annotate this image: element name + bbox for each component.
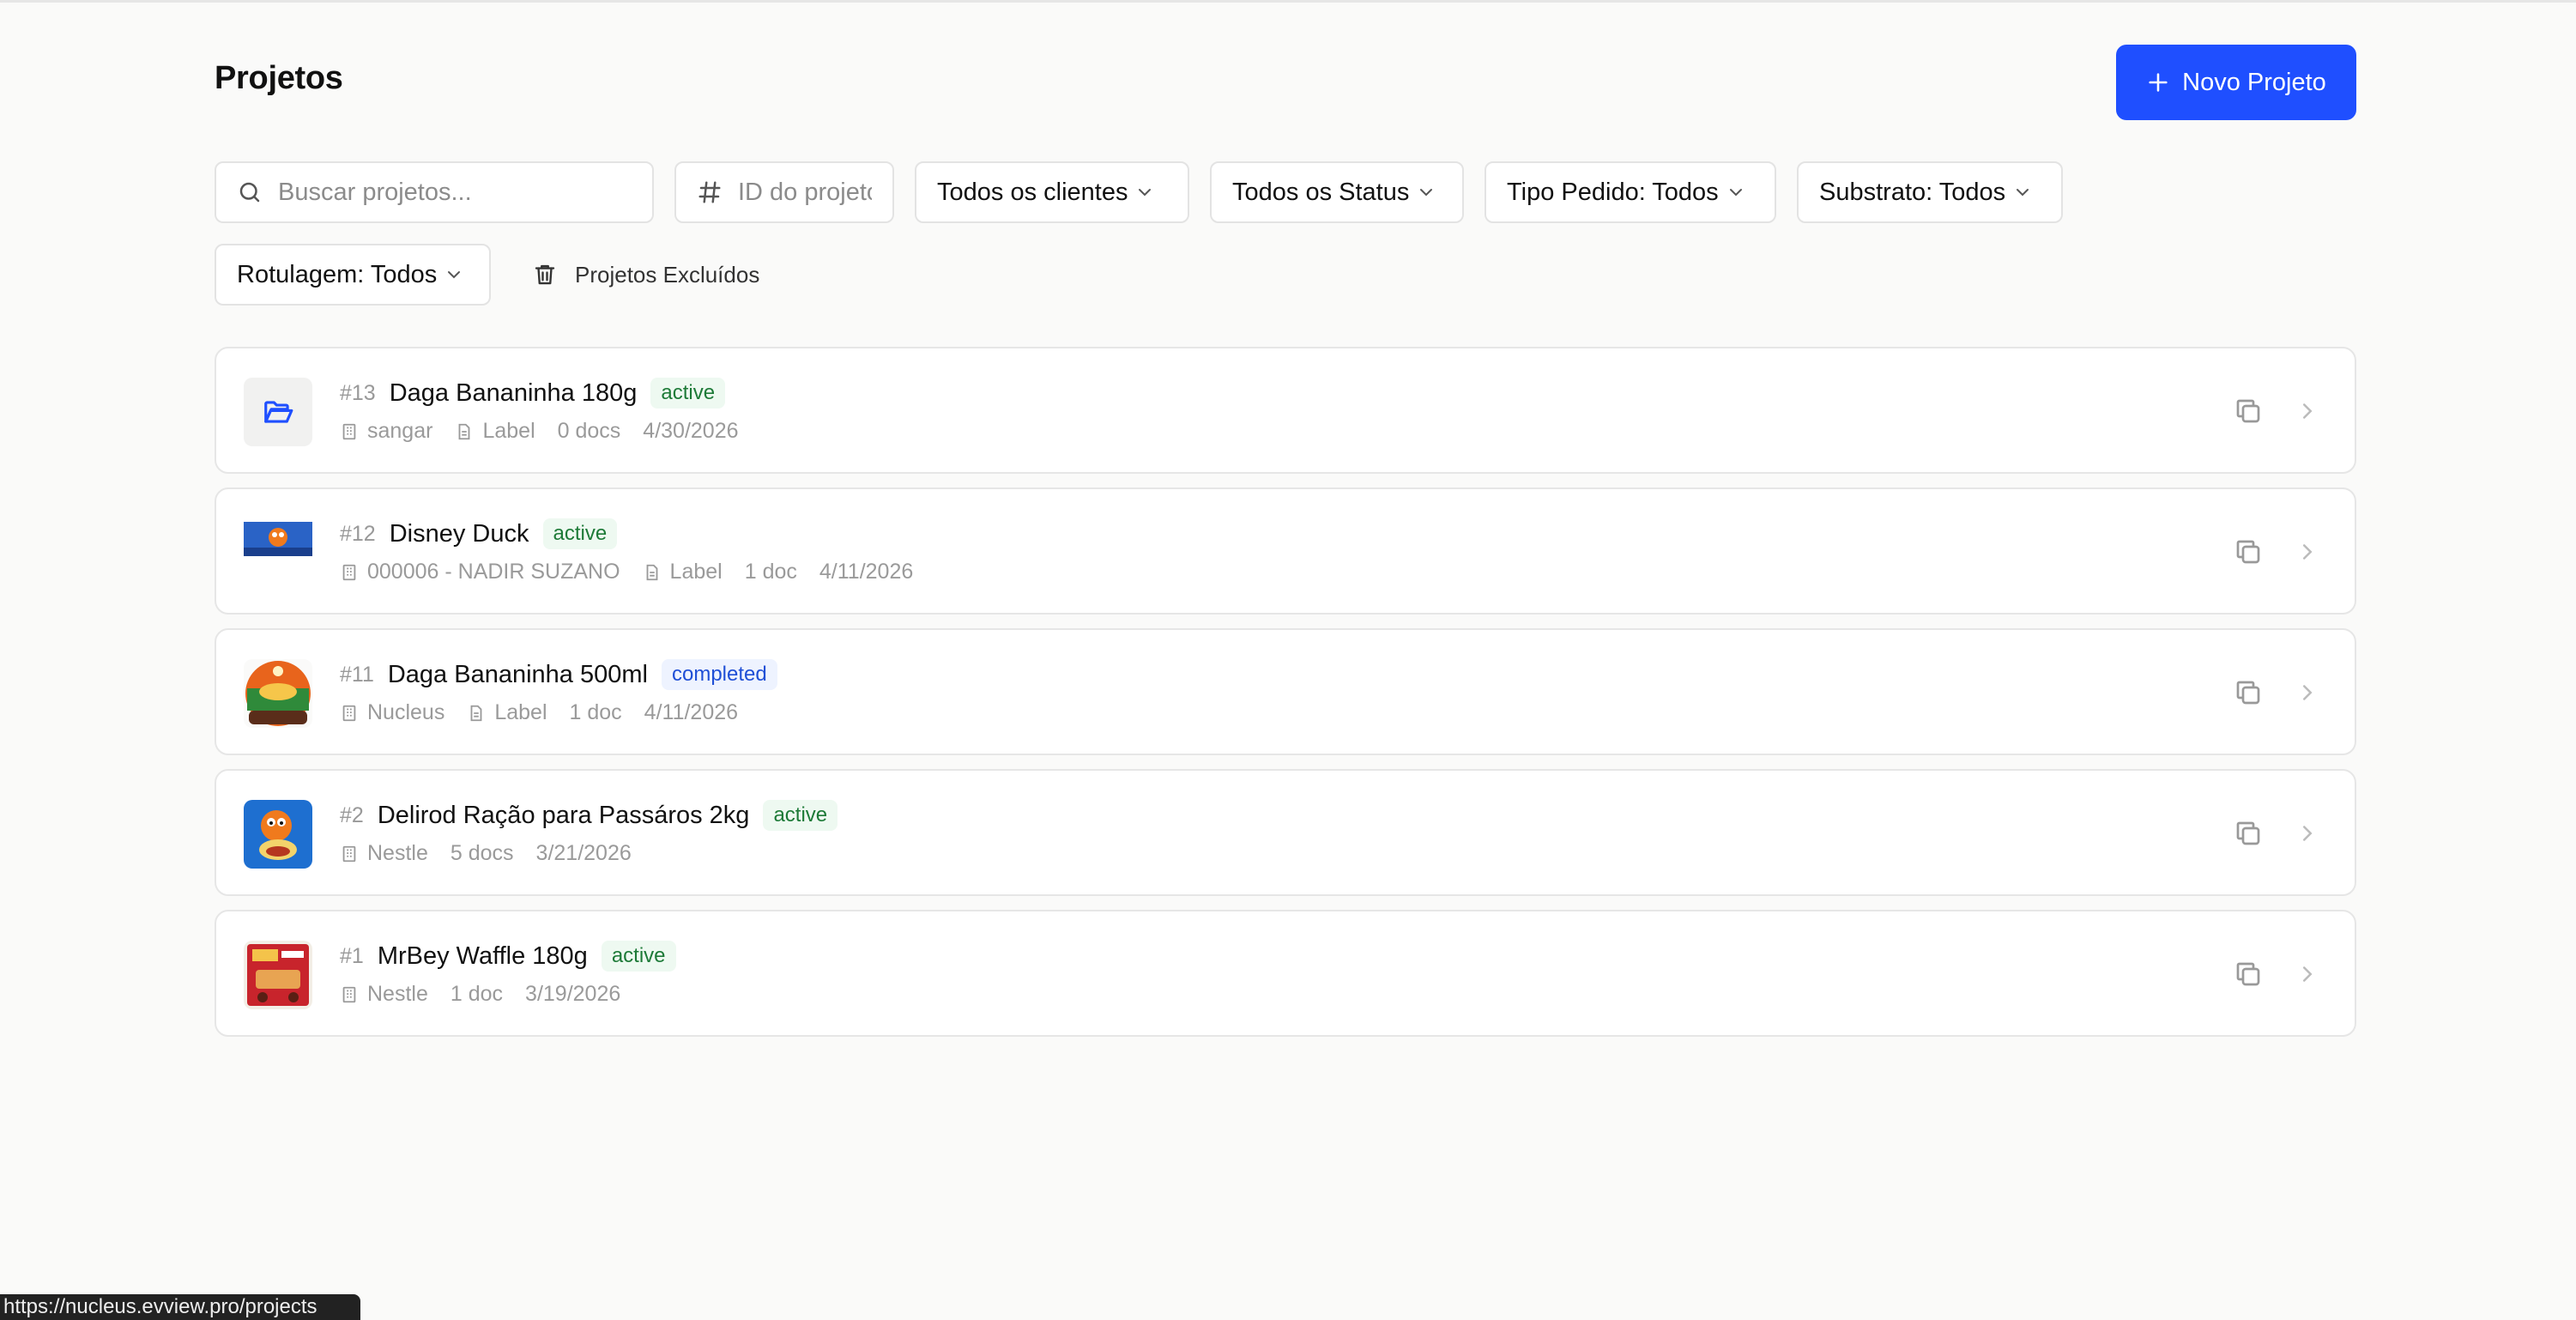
substrate-select[interactable]: Substrato: Todos	[1797, 161, 2063, 223]
status-badge: active	[763, 800, 838, 831]
project-type: Label	[669, 560, 723, 584]
search-placeholder: Buscar projetos...	[278, 178, 472, 206]
project-card[interactable]: #2 Delirod Ração para Passáros 2kg activ…	[215, 769, 2356, 896]
status-badge: active	[601, 941, 676, 972]
project-client: 000006 - NADIR SUZANO	[367, 560, 620, 584]
project-docs: 1 doc	[744, 560, 797, 584]
project-name: Daga Bananinha 500ml	[387, 660, 648, 688]
chevron-down-icon	[2017, 189, 2029, 197]
status-badge: active	[542, 518, 618, 549]
building-icon	[342, 986, 356, 1002]
project-name: MrBey Waffle 180g	[377, 942, 588, 970]
clients-select[interactable]: Todos os clientes	[915, 161, 1189, 223]
project-docs: 1 doc	[569, 700, 622, 724]
project-client: Nestle	[367, 982, 428, 1006]
project-type: Label	[494, 700, 547, 724]
product-image	[244, 659, 312, 728]
project-name: Delirod Ração para Passáros 2kg	[377, 801, 750, 829]
project-client: Nucleus	[367, 700, 445, 724]
search-input[interactable]: Buscar projetos...	[215, 161, 654, 223]
project-card[interactable]: #1 MrBey Waffle 180g active Nestle 1 doc…	[215, 910, 2356, 1037]
duplicate-icon[interactable]	[2233, 396, 2264, 427]
project-id-placeholder: ID do projeto	[738, 178, 872, 206]
project-type: Label	[482, 419, 535, 443]
project-thumbnail	[244, 522, 312, 556]
link-preview-statusbar: https://nucleus.evview.pro/projects	[0, 1294, 360, 1320]
new-project-button[interactable]: Novo Projeto	[2116, 45, 2356, 120]
project-thumbnail	[244, 378, 312, 446]
project-id: #2	[340, 802, 364, 827]
chevron-right-icon[interactable]	[2295, 961, 2320, 987]
clients-select-value: Todos os clientes	[937, 178, 1128, 206]
project-client: Nestle	[367, 841, 428, 865]
duplicate-icon[interactable]	[2233, 677, 2264, 708]
project-id: #12	[340, 521, 376, 546]
duplicate-icon[interactable]	[2233, 959, 2264, 990]
project-date: 3/19/2026	[525, 982, 621, 1006]
file-icon	[470, 705, 482, 721]
project-name: Daga Bananinha 180g	[389, 378, 638, 407]
project-id-input[interactable]: ID do projeto	[674, 161, 894, 223]
project-date: 4/11/2026	[644, 700, 739, 724]
project-docs: 5 docs	[450, 841, 514, 865]
chevron-right-icon[interactable]	[2295, 539, 2320, 565]
labeling-select[interactable]: Rotulagem: Todos	[215, 244, 491, 306]
project-date: 4/11/2026	[819, 560, 914, 584]
building-icon	[342, 564, 356, 580]
chevron-down-icon	[1420, 189, 1433, 197]
chevron-down-icon	[1729, 189, 1742, 197]
order-type-select[interactable]: Tipo Pedido: Todos	[1485, 161, 1776, 223]
building-icon	[342, 423, 356, 439]
project-name: Disney Duck	[389, 519, 529, 548]
project-id: #13	[340, 380, 376, 405]
product-image	[244, 941, 312, 1009]
product-image	[244, 800, 312, 869]
project-client: sangar	[367, 419, 433, 443]
chevron-right-icon[interactable]	[2295, 820, 2320, 846]
project-thumbnail	[244, 659, 312, 728]
status-badge: completed	[661, 659, 777, 690]
top-divider	[0, 0, 2576, 3]
project-card[interactable]: #11 Daga Bananinha 500ml completed Nucle…	[215, 628, 2356, 755]
page-title: Projetos	[215, 60, 343, 96]
deleted-projects-label: Projetos Excluídos	[575, 261, 760, 288]
project-thumbnail	[244, 941, 312, 1009]
project-id: #1	[340, 943, 364, 968]
project-date: 4/30/2026	[643, 419, 739, 443]
new-project-label: Novo Projeto	[2182, 68, 2326, 96]
project-id: #11	[340, 662, 374, 687]
file-icon	[646, 564, 657, 580]
deleted-projects-button[interactable]: Projetos Excluídos	[532, 256, 759, 294]
labeling-select-value: Rotulagem: Todos	[237, 260, 438, 288]
project-docs: 1 doc	[450, 982, 504, 1006]
file-icon	[459, 423, 470, 439]
substrate-select-value: Substrato: Todos	[1819, 178, 2006, 206]
building-icon	[342, 845, 356, 862]
chevron-right-icon[interactable]	[2295, 398, 2320, 424]
duplicate-icon[interactable]	[2233, 536, 2264, 567]
hash-icon	[698, 181, 721, 203]
search-icon	[239, 182, 260, 203]
project-card[interactable]: #13 Daga Bananinha 180g active sangar La…	[215, 347, 2356, 474]
product-image	[244, 522, 312, 556]
order-type-select-value: Tipo Pedido: Todos	[1507, 178, 1719, 206]
chevron-down-icon	[1139, 189, 1152, 197]
duplicate-icon[interactable]	[2233, 818, 2264, 849]
building-icon	[342, 705, 356, 721]
trash-icon	[535, 264, 555, 285]
project-thumbnail	[244, 800, 312, 869]
project-docs: 0 docs	[557, 419, 621, 443]
folder-open-icon	[264, 401, 293, 423]
status-select-value: Todos os Status	[1232, 178, 1410, 206]
status-select[interactable]: Todos os Status	[1210, 161, 1464, 223]
chevron-down-icon	[448, 271, 461, 279]
project-date: 3/21/2026	[535, 841, 632, 865]
status-badge: active	[650, 378, 726, 409]
plus-icon	[2149, 73, 2168, 92]
chevron-right-icon[interactable]	[2295, 680, 2320, 705]
project-card[interactable]: #12 Disney Duck active 000006 - NADIR SU…	[215, 487, 2356, 615]
